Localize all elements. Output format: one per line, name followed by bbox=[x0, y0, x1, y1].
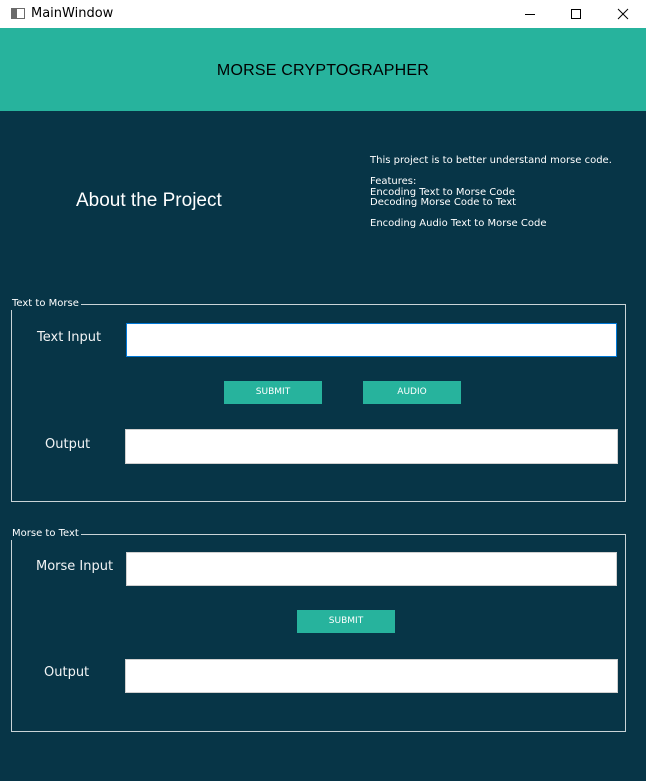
maximize-button[interactable] bbox=[553, 0, 599, 28]
window-title: MainWindow bbox=[31, 6, 114, 21]
window-app-icon bbox=[11, 8, 25, 19]
minimize-icon bbox=[525, 14, 535, 15]
morse-input-label: Morse Input bbox=[36, 559, 114, 574]
morse-to-text-output-field[interactable] bbox=[125, 659, 618, 693]
close-button[interactable] bbox=[600, 0, 646, 28]
morse-to-text-output-label: Output bbox=[44, 665, 90, 680]
text-to-morse-submit-button[interactable]: SUBMIT bbox=[224, 381, 322, 404]
app-header: MORSE CRYPTOGRAPHER bbox=[0, 28, 646, 111]
morse-to-text-group-title: Morse to Text bbox=[7, 528, 81, 540]
close-icon bbox=[617, 8, 629, 20]
text-to-morse-output-field[interactable] bbox=[125, 429, 618, 464]
audio-button[interactable]: AUDIO bbox=[363, 381, 461, 404]
text-to-morse-group-title: Text to Morse bbox=[7, 298, 81, 310]
about-description: This project is to better understand mor… bbox=[370, 155, 612, 229]
main-panel: About the Project This project is to bet… bbox=[0, 111, 646, 781]
app-title: MORSE CRYPTOGRAPHER bbox=[216, 62, 430, 79]
text-to-morse-group: Text to Morse Text Input SUBMIT AUDIO Ou… bbox=[7, 298, 626, 502]
morse-to-text-submit-button[interactable]: SUBMIT bbox=[297, 610, 395, 633]
morse-to-text-group: Morse to Text Morse Input SUBMIT Output bbox=[7, 528, 626, 732]
text-input-label: Text Input bbox=[37, 330, 102, 345]
window-titlebar: MainWindow bbox=[0, 0, 646, 28]
text-to-morse-output-label: Output bbox=[45, 437, 91, 452]
maximize-icon bbox=[571, 9, 581, 19]
about-title: About the Project bbox=[76, 190, 222, 211]
minimize-button[interactable] bbox=[507, 0, 553, 28]
morse-input-field[interactable] bbox=[126, 552, 617, 586]
text-input-field[interactable] bbox=[126, 323, 617, 357]
